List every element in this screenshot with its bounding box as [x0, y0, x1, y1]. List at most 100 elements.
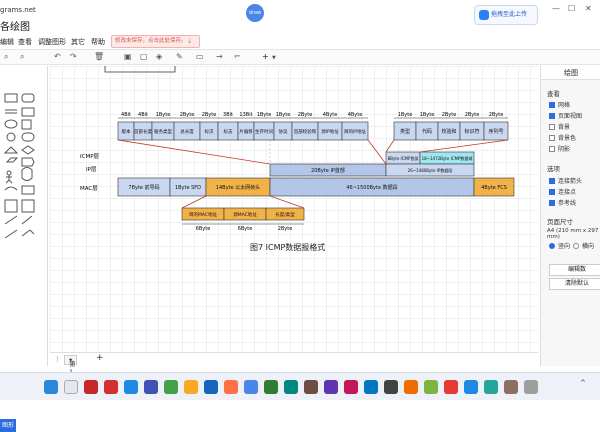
file-explorer-icon[interactable] — [184, 380, 198, 394]
close-button[interactable]: ✕ — [585, 4, 592, 13]
row-label-ip: IP层 — [86, 166, 97, 173]
to-back-icon[interactable]: ▢ — [140, 52, 148, 61]
app-icon-5[interactable] — [164, 380, 178, 394]
waypoint-icon[interactable]: ⌐ — [234, 52, 241, 61]
zoom-in-icon[interactable]: ⌕ — [20, 52, 24, 62]
app-icon-8[interactable] — [224, 380, 238, 394]
checkbox-view-3[interactable]: 背景色 — [549, 133, 576, 142]
connection-icon[interactable]: → — [216, 52, 223, 61]
checkbox-opt-0[interactable]: 连接箭头 — [549, 176, 582, 185]
upload-cloud-icon — [479, 10, 489, 20]
app-icon-22[interactable] — [504, 380, 518, 394]
shadow-icon[interactable]: ▭ — [196, 52, 204, 61]
icmp-width-label-2: 2Byte — [442, 112, 457, 118]
app-icon-1[interactable] — [84, 380, 98, 394]
checkbox-opt-2[interactable]: 参考线 — [549, 198, 576, 207]
undo-icon[interactable]: ↶ — [54, 52, 61, 61]
app-icon-12[interactable] — [304, 380, 318, 394]
redo-icon[interactable]: ↷ — [70, 52, 77, 61]
drawing-canvas[interactable]: 4Bit 版本 4Bit 首部长度 1Byte 服务类型 2Byte 总长度 2Byte 标识 3B… — [50, 66, 538, 352]
insert-plus-icon[interactable]: + — [262, 52, 269, 61]
ip-data-box-label: 26~1480Byte IP数据段 — [408, 167, 453, 173]
sfd-box-label: 1Byte SFD — [175, 185, 201, 191]
add-page-icon[interactable]: + — [96, 353, 104, 363]
portrait-radio[interactable]: 竖向 — [549, 241, 570, 250]
clear-default-style-button[interactable]: 清除默认 — [549, 278, 600, 290]
app-icon-23[interactable] — [524, 380, 538, 394]
eth-field-1-label: 源MAC地址 — [233, 211, 257, 218]
ip-width-label-7: 1Byte — [257, 112, 272, 118]
icmp-format-diagram[interactable]: 4Bit 版本 4Bit 首部长度 1Byte 服务类型 2Byte 总长度 2Byte 标识 3B… — [50, 66, 538, 352]
start-menu-icon[interactable] — [44, 380, 58, 394]
connector-arrow-2 — [385, 139, 395, 153]
drawio-taskbar-icon[interactable] — [244, 380, 258, 394]
diagram-tab[interactable]: 绘图 — [541, 66, 600, 80]
tray-chevron-icon[interactable]: ^ — [580, 379, 586, 387]
menu-view[interactable]: 查看 — [18, 37, 32, 47]
app-icon-20[interactable] — [464, 380, 478, 394]
icmp-width-label-1: 1Byte — [420, 112, 435, 118]
row-label-icmp: ICMP层 — [80, 153, 100, 160]
connector-arrow-5 — [269, 195, 305, 209]
line-color-icon[interactable]: ✎ — [176, 52, 183, 61]
chevron-down-icon[interactable]: ▼ — [272, 55, 276, 61]
app-icon-14[interactable] — [344, 380, 358, 394]
fill-color-icon[interactable]: ◈ — [156, 52, 162, 61]
app-icon-10[interactable] — [264, 380, 278, 394]
drag-upload-button[interactable]: 拖拽至此上传 — [474, 5, 538, 25]
app-icon-4[interactable] — [144, 380, 158, 394]
checkbox-opt-1[interactable]: 连接点 — [549, 187, 576, 196]
ip-field-6-label: 片偏移 — [239, 128, 253, 135]
edge-browser-icon[interactable] — [204, 380, 218, 394]
checkbox-label: 网格 — [558, 102, 571, 109]
wps-icon[interactable] — [104, 380, 118, 394]
menu-extras[interactable]: 其它 — [71, 37, 85, 47]
page-tab-1[interactable]: 第 1 页 ▾ — [64, 355, 78, 386]
icmp-field-4-label: 序列号 — [488, 128, 503, 135]
unsaved-changes-notice[interactable]: 修改未保存，点击此处保存。 ⤓ — [111, 35, 200, 48]
menu-edit[interactable]: 编辑 — [0, 37, 14, 47]
app-icon-21[interactable] — [484, 380, 498, 394]
ip-width-label-11: 4Byte — [348, 112, 363, 118]
landscape-radio[interactable]: 横向 — [573, 241, 594, 250]
minimize-button[interactable]: — — [552, 4, 560, 13]
menu-arrange[interactable]: 调整图形 — [38, 37, 66, 47]
menu-help[interactable]: 帮助 — [91, 37, 105, 47]
eth-field-2-label: 长度/类型 — [275, 211, 295, 218]
ip-width-label-3: 2Byte — [180, 112, 195, 118]
ip-width-label-5: 3Bit — [223, 112, 233, 118]
checkbox-label: 阴影 — [558, 146, 571, 153]
checkbox-view-1[interactable]: 页面视图 — [549, 111, 582, 120]
app-icon-17[interactable] — [404, 380, 418, 394]
zoom-out-icon[interactable]: ⌕ — [4, 52, 8, 62]
app-icon-18[interactable] — [424, 380, 438, 394]
app-icon-11[interactable] — [284, 380, 298, 394]
app-icon-3[interactable] — [124, 380, 138, 394]
ip-field-0-label: 版本 — [122, 128, 131, 135]
ip-field-1-label: 首部长度 — [134, 128, 152, 135]
drawio-logo-icon: draw — [246, 4, 264, 22]
ip-field-4-label: 标识 — [205, 128, 214, 135]
icmp-field-0-label: 类型 — [400, 128, 410, 135]
page-menu-icon[interactable]: ⋮ — [54, 355, 61, 363]
maximize-button[interactable]: ☐ — [568, 4, 575, 13]
to-front-icon[interactable]: ▣ — [124, 52, 132, 61]
unsaved-notice-text: 修改未保存，点击此处保存。 — [115, 38, 187, 44]
checkbox-view-0[interactable]: 网格 — [549, 100, 570, 109]
app-icon-13[interactable] — [324, 380, 338, 394]
page-size-select[interactable]: A4 (210 mm x 297 mm) — [547, 228, 600, 240]
eth-width-label-2: 2Byte — [278, 226, 293, 232]
ip-field-10-label: 源IP地址 — [321, 128, 339, 135]
edit-data-button[interactable]: 编辑数 — [549, 264, 600, 276]
app-icon-19[interactable] — [444, 380, 458, 394]
connector-arrow-0 — [117, 139, 271, 165]
checkbox-view-2[interactable]: 背景 — [549, 122, 570, 131]
checkbox-view-4[interactable]: 阴影 — [549, 144, 570, 153]
app-icon-15[interactable] — [364, 380, 378, 394]
app-icon-16[interactable] — [384, 380, 398, 394]
search-icon[interactable] — [64, 380, 78, 394]
icmp-header-box-label: 8Byte ICMP首部 — [388, 155, 419, 161]
shape-palette[interactable] — [0, 66, 48, 366]
delete-icon[interactable]: 🗑 — [94, 52, 104, 61]
more-shapes-button[interactable]: 图形 — [0, 419, 16, 432]
